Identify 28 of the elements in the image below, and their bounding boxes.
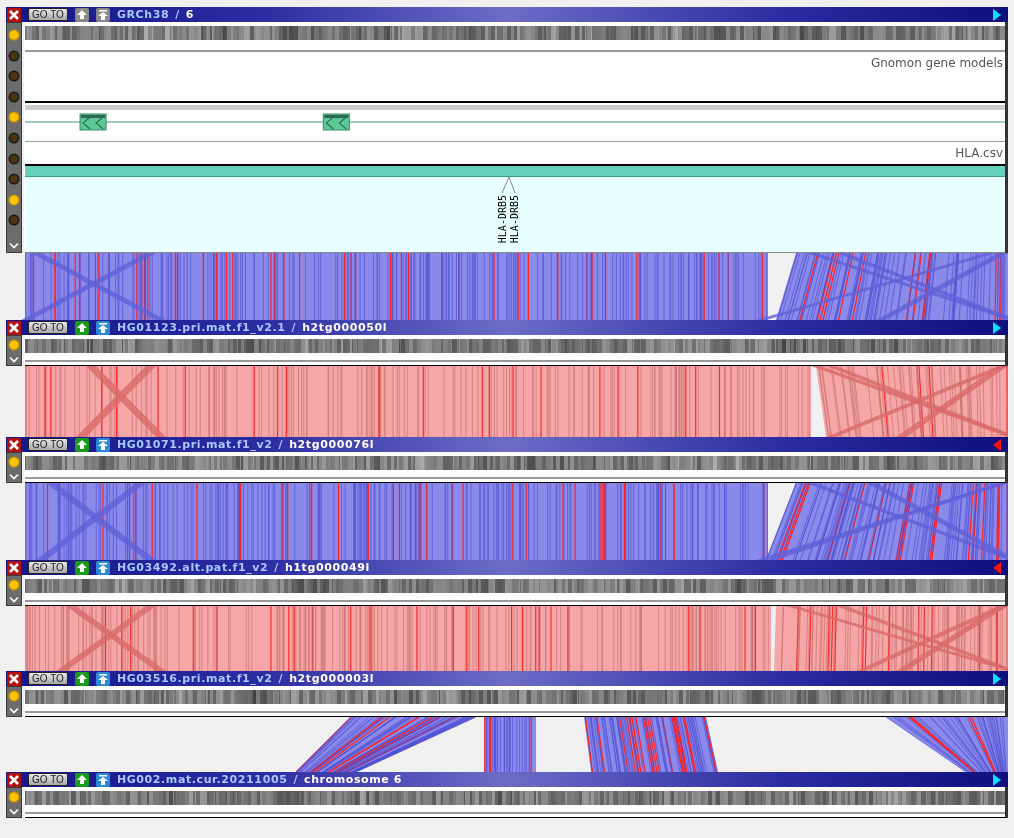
separator: / (293, 773, 298, 786)
separator: / (274, 561, 279, 574)
assembly-name: HG03492.alt.pat.f1_v2 (116, 561, 269, 574)
goto-button[interactable]: GO TO (28, 438, 68, 451)
assembly-name: HG03516.pri.mat.f1_v2 (116, 672, 273, 685)
sequence-name: chromosome 6 (304, 773, 403, 786)
sequence-name: h1tg000049l (284, 561, 370, 574)
goto-button[interactable]: GO TO (28, 561, 68, 574)
feature-label: HLA-DRB5 (509, 195, 520, 244)
goto-button[interactable]: GO TO (28, 8, 68, 21)
separator: / (175, 8, 180, 21)
sequence-name: h2tg000076l (289, 438, 375, 451)
track-title: Gnomon gene models (870, 56, 1003, 70)
separator: / (278, 672, 284, 685)
feature-label: HLA-DRB5 (497, 195, 508, 244)
sequence-name: h2tg000003l (289, 672, 375, 685)
assembly-name: HG01123.pri.mat.f1_v2.1 (116, 321, 286, 334)
sequence-name: h2tg000050l (302, 321, 388, 334)
assembly-name: HG01071.pri.mat.f1_v2 (116, 438, 273, 451)
assembly-name: GRCh38 (116, 8, 170, 21)
goto-button[interactable]: GO TO (28, 672, 68, 685)
sequence-name: 6 (185, 8, 195, 21)
goto-button[interactable]: GO TO (28, 321, 68, 334)
goto-button[interactable]: GO TO (28, 773, 68, 786)
assembly-name: HG002.mat.cur.20211005 (116, 773, 288, 786)
separator: / (278, 438, 284, 451)
separator: / (291, 321, 297, 334)
track-title: HLA.csv (955, 146, 1003, 160)
